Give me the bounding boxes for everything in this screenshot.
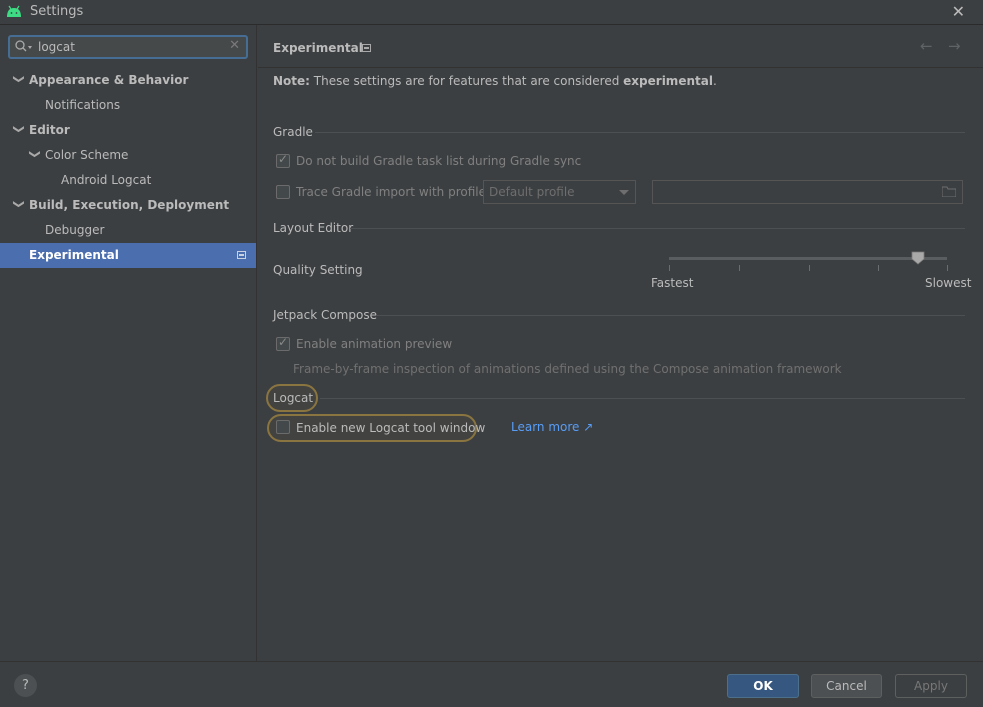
- note-text: These settings are for features that are…: [309, 74, 624, 88]
- dialog-footer: ? OK Cancel Apply: [0, 661, 983, 707]
- note-bold: experimental: [623, 74, 713, 88]
- tree-item-editor[interactable]: ❯ Editor: [0, 118, 256, 143]
- profile-dropdown-value: Default profile: [489, 185, 575, 199]
- note-suffix: .: [712, 74, 717, 88]
- chevron-down-icon[interactable]: ❯: [23, 150, 48, 162]
- search-icon[interactable]: [14, 39, 34, 55]
- learn-more-link[interactable]: Learn more ↗: [511, 420, 593, 434]
- section-logcat: Logcat: [273, 391, 314, 405]
- quality-slider-track[interactable]: [669, 257, 947, 260]
- tree-item-label: Debugger: [45, 223, 105, 237]
- settings-sidebar: logcat ✕ ❯ Appearance & Behavior Notific…: [0, 25, 257, 661]
- apply-button[interactable]: Apply: [895, 674, 967, 698]
- chevron-down-icon[interactable]: ❯: [7, 125, 32, 137]
- section-divider: [376, 315, 965, 316]
- trace-gradle-import-checkbox[interactable]: [276, 185, 290, 199]
- settings-content: Experimental ← → Note: These settings ar…: [258, 25, 983, 661]
- tree-item-debugger[interactable]: Debugger: [0, 218, 256, 243]
- tree-item-experimental[interactable]: Experimental: [0, 243, 256, 268]
- project-level-icon: [362, 44, 371, 52]
- ok-button[interactable]: OK: [727, 674, 799, 698]
- no-build-task-list-checkbox[interactable]: [276, 152, 290, 168]
- title-bar: Settings ✕: [0, 0, 983, 25]
- animation-preview-label: Enable animation preview: [296, 337, 453, 351]
- tree-item-label: Experimental: [29, 248, 119, 262]
- tree-item-notifications[interactable]: Notifications: [0, 93, 256, 118]
- section-divider: [350, 228, 965, 229]
- section-divider: [315, 132, 965, 133]
- page-title: Experimental: [273, 41, 363, 55]
- forward-arrow-icon[interactable]: →: [948, 37, 961, 55]
- search-field[interactable]: logcat ✕: [8, 35, 248, 59]
- animation-preview-hint: Frame-by-frame inspection of animations …: [293, 362, 842, 376]
- back-arrow-icon[interactable]: ←: [920, 37, 933, 55]
- profile-path-field[interactable]: [652, 180, 963, 204]
- tree-item-label: Notifications: [45, 98, 121, 112]
- note-prefix: Note:: [273, 74, 310, 88]
- profile-dropdown[interactable]: Default profile: [483, 180, 636, 204]
- section-divider: [320, 398, 965, 399]
- search-input[interactable]: logcat: [38, 40, 75, 54]
- section-layout-editor: Layout Editor: [273, 221, 354, 235]
- clear-search-icon[interactable]: ✕: [229, 38, 240, 53]
- slider-tick: [878, 265, 879, 271]
- section-jetpack-compose: Jetpack Compose: [273, 308, 377, 322]
- fastest-label: Fastest: [651, 276, 694, 290]
- tree-item-label: Appearance & Behavior: [29, 73, 189, 87]
- quality-slider-thumb[interactable]: [911, 251, 925, 265]
- android-icon: [7, 5, 21, 17]
- trace-gradle-import-label: Trace Gradle import with profile:: [296, 185, 491, 199]
- slider-tick: [739, 265, 740, 271]
- slider-tick: [947, 265, 948, 271]
- tree-item-label: Editor: [29, 123, 70, 137]
- close-icon[interactable]: ✕: [952, 2, 965, 21]
- project-level-icon: [237, 251, 246, 259]
- slowest-label: Slowest: [925, 276, 972, 290]
- cancel-button[interactable]: Cancel: [811, 674, 882, 698]
- tree-item-build-execution-deployment[interactable]: ❯ Build, Execution, Deployment: [0, 193, 256, 218]
- tree-item-appearance-behavior[interactable]: ❯ Appearance & Behavior: [0, 68, 256, 93]
- tree-item-android-logcat[interactable]: Android Logcat: [0, 168, 256, 193]
- tree-item-color-scheme[interactable]: ❯ Color Scheme: [0, 143, 256, 168]
- new-logcat-window-checkbox[interactable]: [276, 420, 290, 434]
- tree-item-label: Build, Execution, Deployment: [29, 198, 230, 212]
- new-logcat-window-label: Enable new Logcat tool window: [296, 421, 486, 435]
- window-title: Settings: [30, 4, 84, 19]
- animation-preview-checkbox[interactable]: [276, 335, 290, 351]
- section-gradle: Gradle: [273, 125, 313, 139]
- chevron-down-icon[interactable]: ❯: [7, 75, 32, 87]
- quality-setting-label: Quality Setting: [273, 263, 363, 277]
- header-divider: [258, 67, 983, 68]
- tree-item-label: Color Scheme: [45, 148, 129, 162]
- experimental-note: Note: These settings are for features th…: [273, 74, 717, 88]
- help-button[interactable]: ?: [14, 674, 37, 697]
- dropdown-arrow-icon: [619, 190, 629, 195]
- tree-item-label: Android Logcat: [61, 173, 152, 187]
- settings-tree: ❯ Appearance & Behavior Notifications ❯ …: [0, 68, 256, 268]
- folder-icon[interactable]: [942, 186, 956, 197]
- chevron-down-icon[interactable]: ❯: [7, 200, 32, 212]
- slider-tick: [809, 265, 810, 271]
- no-build-task-list-label: Do not build Gradle task list during Gra…: [296, 154, 582, 168]
- slider-tick: [669, 265, 670, 271]
